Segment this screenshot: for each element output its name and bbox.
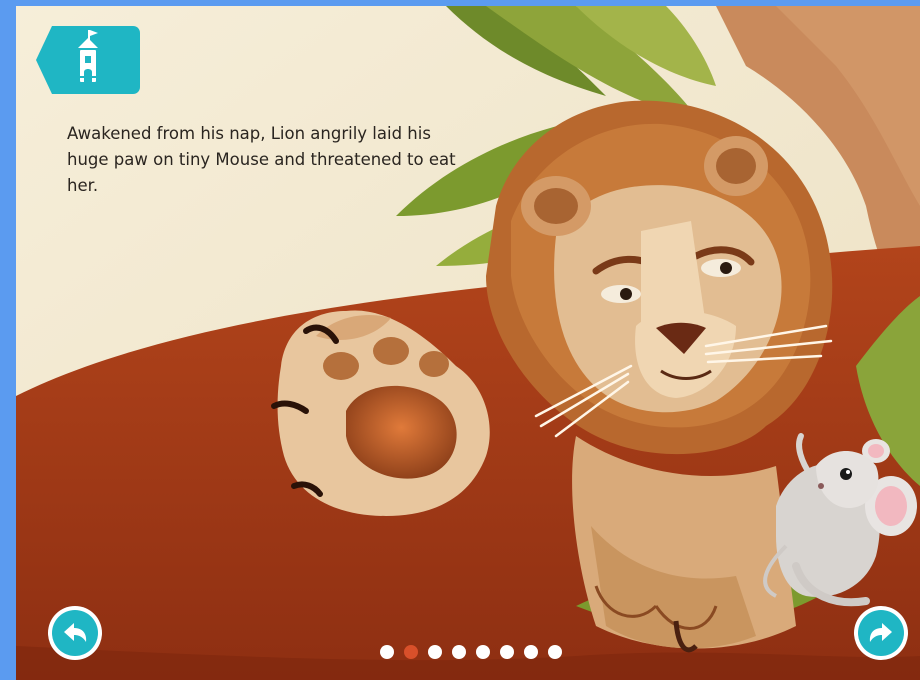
home-button[interactable] xyxy=(36,26,141,94)
page-dot[interactable] xyxy=(404,645,418,659)
page-dot[interactable] xyxy=(428,645,442,659)
page-dot[interactable] xyxy=(524,645,538,659)
page-indicator xyxy=(380,645,562,659)
page-dot[interactable] xyxy=(452,645,466,659)
page-dot[interactable] xyxy=(476,645,490,659)
next-button[interactable] xyxy=(854,606,908,660)
story-page: Awakened from his nap, Lion angrily laid… xyxy=(16,6,920,680)
page-dot[interactable] xyxy=(500,645,514,659)
illustration xyxy=(16,6,920,680)
back-button[interactable] xyxy=(48,606,102,660)
page-dot[interactable] xyxy=(548,645,562,659)
forward-arrow-icon xyxy=(869,623,892,642)
app-frame: Awakened from his nap, Lion angrily laid… xyxy=(0,0,920,680)
story-text: Awakened from his nap, Lion angrily laid… xyxy=(67,124,456,195)
back-arrow-icon xyxy=(64,623,87,642)
page-dot[interactable] xyxy=(380,645,394,659)
